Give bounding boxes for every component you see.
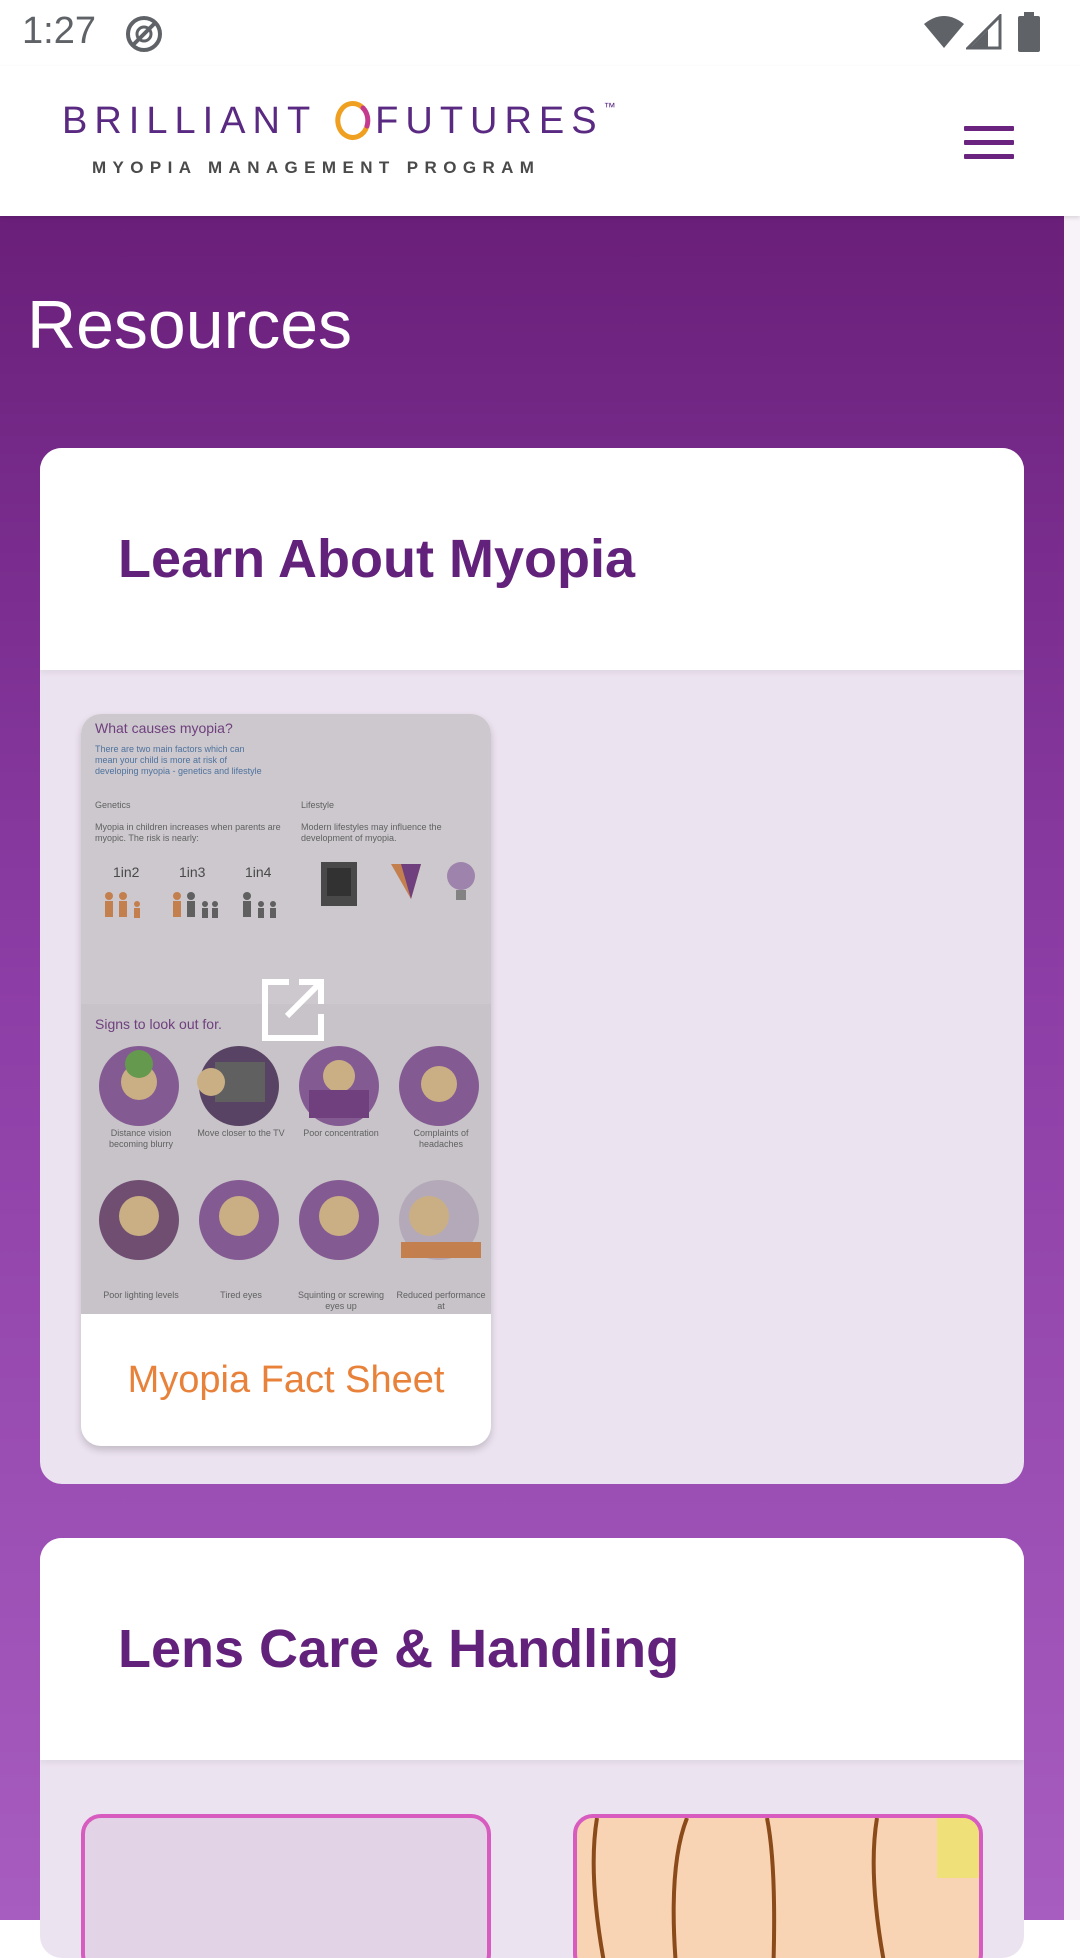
fact-sheet-thumbnail: What causes myopia? There are two main f…	[81, 714, 491, 1314]
resource-tile-myopia-fact-sheet[interactable]: What causes myopia? There are two main f…	[81, 714, 491, 1446]
section-header: Lens Care & Handling	[40, 1538, 1024, 1760]
section-lens-care-handling: Lens Care & Handling	[40, 1538, 1024, 1958]
section-title: Lens Care & Handling	[118, 1619, 680, 1679]
logo-tagline: MYOPIA MANAGEMENT PROGRAM	[92, 158, 541, 177]
do-not-disturb-icon	[126, 16, 162, 52]
logo-trademark: ™	[603, 100, 616, 114]
lens-handling-illustration	[591, 1818, 979, 1958]
logo-word-brilliant: BRILLIANT	[62, 100, 318, 142]
resource-title[interactable]: Myopia Fact Sheet	[81, 1314, 491, 1446]
page-title: Resources	[27, 287, 353, 363]
resource-tile-partial[interactable]	[81, 1814, 491, 1958]
section-header: Learn About Myopia	[40, 448, 1024, 670]
brilliant-futures-logo[interactable]: BRILLIANT FUTURES™ MYOPIA MANAGEMENT PROG…	[62, 100, 616, 196]
section-title: Learn About Myopia	[118, 529, 636, 589]
hamburger-menu-icon[interactable]	[958, 120, 1018, 166]
logo-ring-icon	[335, 100, 371, 140]
status-time: 1:27	[22, 10, 96, 52]
resource-tile-partial[interactable]	[573, 1814, 983, 1958]
cell-signal-icon	[966, 14, 1002, 50]
open-external-icon[interactable]	[259, 976, 327, 1044]
app-header: BRILLIANT FUTURES™ MYOPIA MANAGEMENT PROG…	[0, 66, 1080, 216]
section-learn-about-myopia: Learn About Myopia What causes myopia? T…	[40, 448, 1024, 1484]
status-bar: 1:27	[0, 0, 1080, 66]
main-content[interactable]: Resources Learn About Myopia What causes…	[0, 216, 1064, 1958]
scroll-edge	[1064, 216, 1080, 1920]
battery-icon	[1018, 12, 1040, 52]
logo-word-futures: FUTURES	[375, 100, 604, 142]
wifi-icon	[924, 16, 964, 48]
